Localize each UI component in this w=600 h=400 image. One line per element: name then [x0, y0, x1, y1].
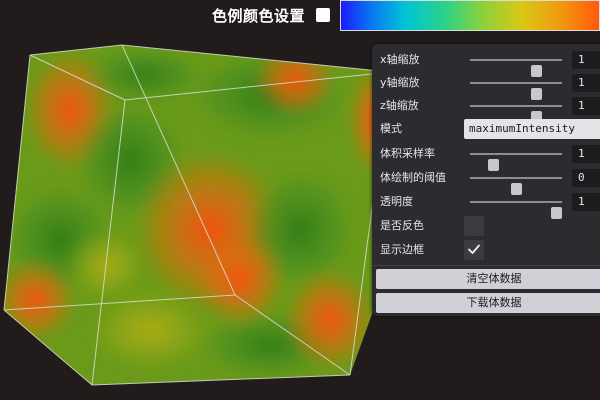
viewport[interactable]: 色例颜色设置 x轴缩放 1 y轴缩放 1 z轴缩放 1 模式 maximumIn… [0, 0, 600, 400]
sample-rate-row: 体积采样率 1 [372, 142, 600, 171]
threshold-label: 体绘制的阈值 [380, 171, 446, 184]
opacity-slider[interactable] [470, 201, 562, 219]
x-scale-value[interactable]: 1 [572, 51, 600, 69]
z-scale-value[interactable]: 1 [572, 97, 600, 115]
x-scale-row: x轴缩放 1 [372, 48, 600, 77]
show-border-label: 显示边框 [380, 243, 424, 256]
opacity-row: 透明度 1 [372, 190, 600, 219]
y-scale-slider[interactable] [470, 82, 562, 100]
show-border-checkbox[interactable] [464, 240, 484, 260]
sample-rate-slider[interactable] [470, 153, 562, 171]
mode-row: 模式 maximumIntensity [372, 117, 600, 141]
control-panel: x轴缩放 1 y轴缩放 1 z轴缩放 1 模式 maximumIntensity [372, 44, 600, 316]
panel-divider [372, 265, 600, 266]
z-scale-label: z轴缩放 [380, 99, 419, 112]
threshold-row: 体绘制的阈值 0 [372, 166, 600, 195]
threshold-slider[interactable] [470, 177, 562, 195]
opacity-label: 透明度 [380, 195, 413, 208]
colormap-label: 色例颜色设置 [212, 7, 306, 25]
z-scale-row: z轴缩放 1 [372, 94, 600, 123]
colorbar [340, 0, 600, 31]
clear-volume-button[interactable]: 清空体数据 [376, 269, 600, 289]
y-scale-value[interactable]: 1 [572, 74, 600, 92]
mode-label: 模式 [380, 122, 402, 135]
invert-color-row: 是否反色 [372, 214, 600, 238]
show-border-row: 显示边框 [372, 238, 600, 262]
download-volume-button[interactable]: 下载体数据 [376, 293, 600, 313]
colormap-checkbox[interactable] [316, 8, 330, 22]
sample-rate-value[interactable]: 1 [572, 145, 600, 163]
checkmark-icon [468, 244, 480, 254]
invert-color-label: 是否反色 [380, 219, 424, 232]
mode-select[interactable]: maximumIntensity [464, 119, 600, 139]
opacity-value[interactable]: 1 [572, 193, 600, 211]
x-scale-label: x轴缩放 [380, 53, 420, 66]
x-scale-slider[interactable] [470, 59, 562, 77]
invert-color-checkbox[interactable] [464, 216, 484, 236]
z-scale-slider[interactable] [470, 105, 562, 123]
y-scale-row: y轴缩放 1 [372, 71, 600, 100]
threshold-value[interactable]: 0 [572, 169, 600, 187]
y-scale-label: y轴缩放 [380, 76, 420, 89]
sample-rate-label: 体积采样率 [380, 147, 435, 160]
